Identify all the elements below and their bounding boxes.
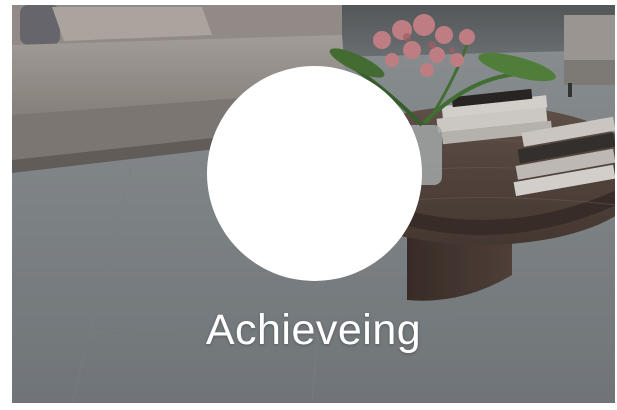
- ottoman: [564, 15, 615, 97]
- icon-circle: [207, 66, 422, 281]
- card-caption: Achieveing: [205, 306, 422, 354]
- feature-card[interactable]: Achieveing: [12, 5, 615, 403]
